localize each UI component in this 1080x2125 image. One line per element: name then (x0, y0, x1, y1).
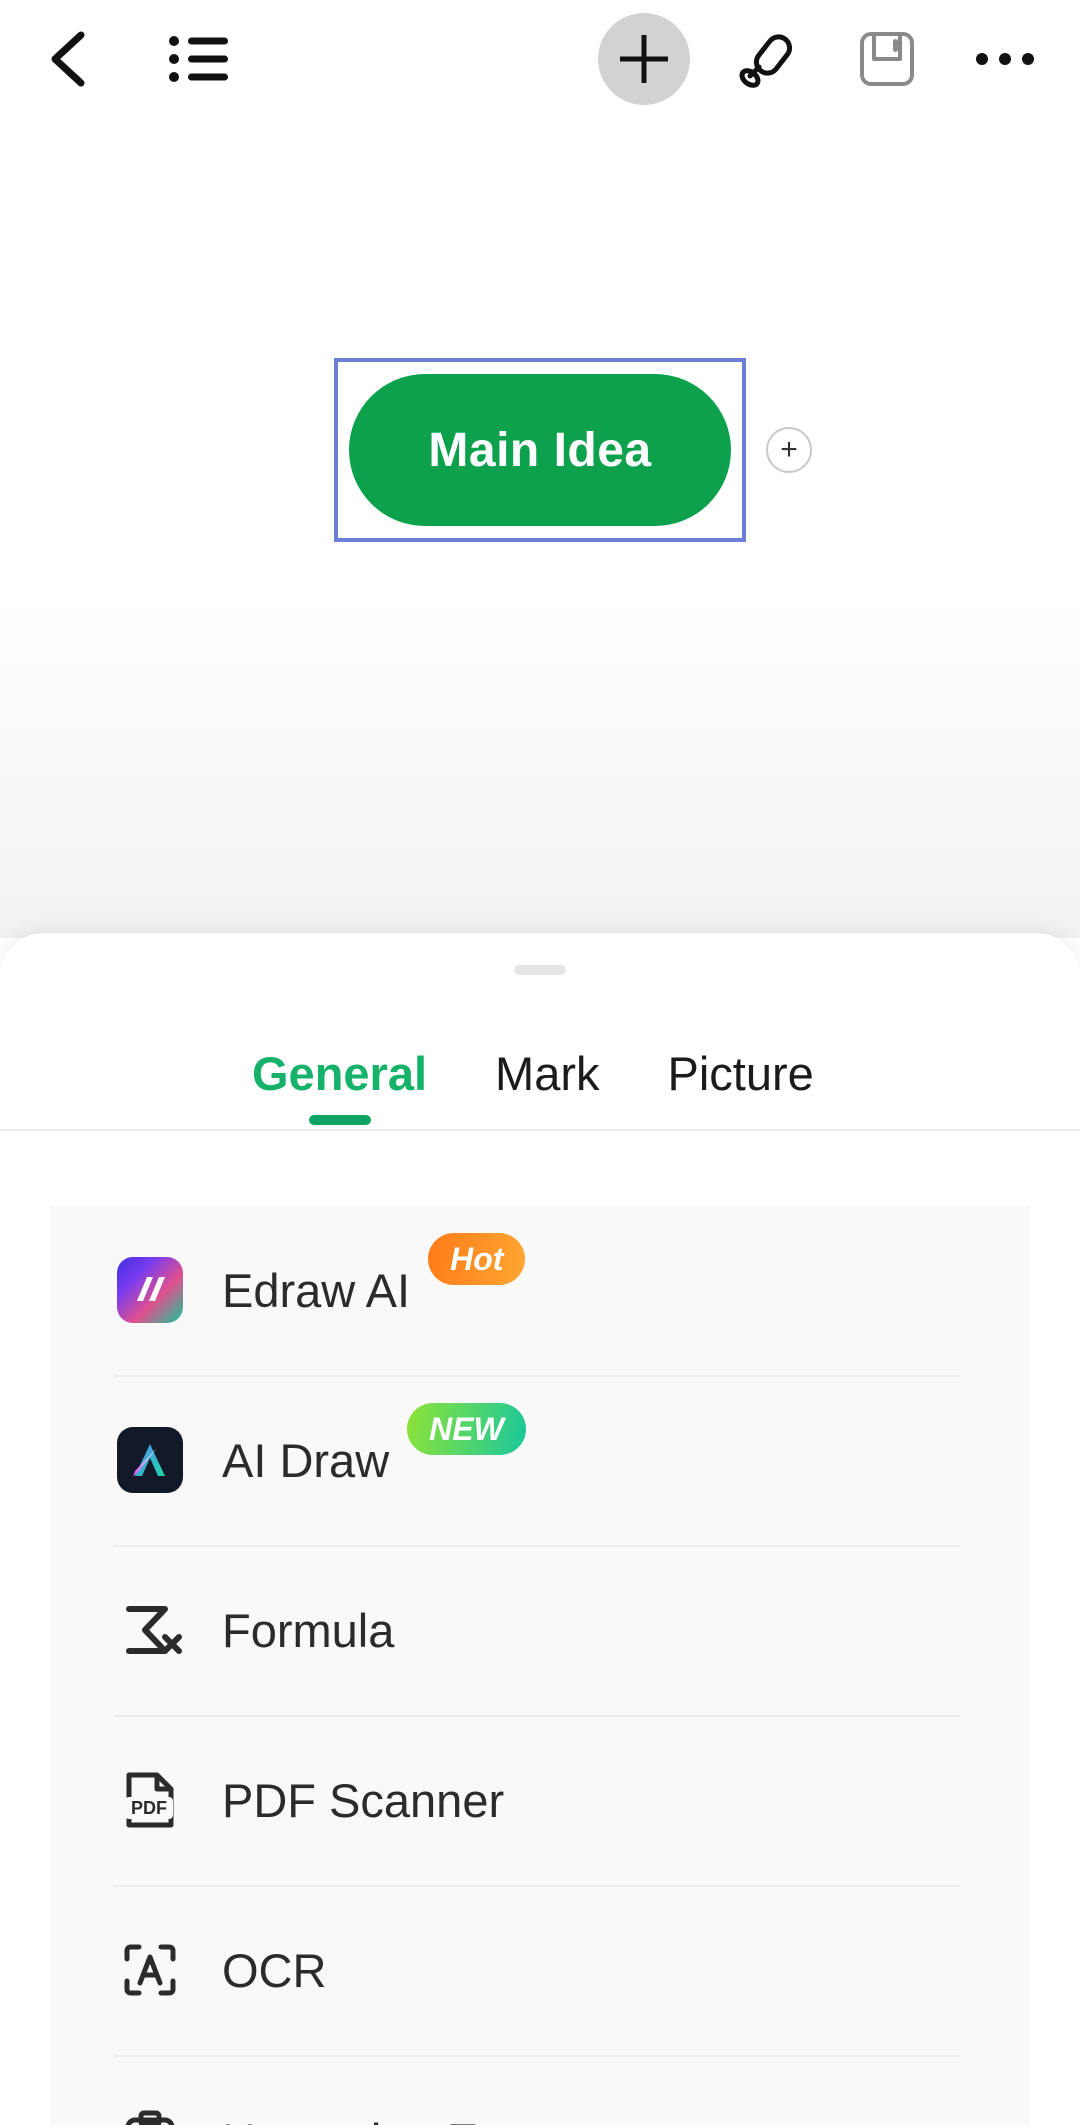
back-chevron-icon (47, 29, 91, 89)
status-badge: Hot (428, 1233, 526, 1285)
more-horizontal-icon (974, 50, 1036, 68)
add-topic-button[interactable] (598, 13, 690, 105)
tab-mark-label: Mark (495, 1047, 600, 1100)
tab-picture[interactable]: Picture (668, 1046, 814, 1125)
node-selection-frame[interactable]: Main Idea (334, 358, 746, 542)
tab-mark[interactable]: Mark (495, 1046, 599, 1125)
outline-view-button[interactable] (160, 20, 238, 98)
app-screen: Main Idea + General Mark Picture Edraw A… (0, 0, 1080, 2125)
tab-general[interactable]: General (252, 1046, 427, 1125)
status-badge: NEW (407, 1403, 526, 1455)
tab-underline-inactive (710, 1115, 772, 1125)
save-floppy-icon (857, 29, 917, 89)
edraw-ai-app-icon (114, 1254, 186, 1326)
list-item[interactable]: Upcoming Events (50, 2055, 1030, 2125)
list-item[interactable]: Edraw AI Hot (50, 1205, 1030, 1375)
main-idea-node[interactable]: Main Idea (349, 374, 731, 526)
clipboard-check-icon (114, 2104, 186, 2125)
sheet-drag-handle[interactable] (514, 965, 566, 975)
tab-active-underline (308, 1115, 371, 1125)
tabs-divider (0, 1129, 1080, 1131)
pdf-file-icon: PDF (114, 1764, 186, 1836)
list-item[interactable]: Formula (50, 1545, 1030, 1715)
ocr-scan-icon (114, 1934, 186, 2006)
list-item[interactable]: OCR (50, 1885, 1030, 2055)
svg-text:PDF: PDF (131, 1798, 167, 1818)
plus-icon (617, 32, 671, 86)
top-toolbar (0, 0, 1080, 118)
tab-general-label: General (252, 1047, 428, 1100)
toolbar-right-group (598, 13, 1044, 105)
more-options-button[interactable] (966, 20, 1044, 98)
mindmap-canvas[interactable]: Main Idea + (0, 118, 1080, 938)
list-item-label: Upcoming Events (222, 2113, 590, 2125)
add-child-node-button[interactable]: + (766, 427, 812, 473)
plus-small-icon: + (780, 433, 798, 466)
sheet-tabs: General Mark Picture (0, 1017, 1080, 1125)
save-button[interactable] (848, 20, 926, 98)
tab-picture-label: Picture (667, 1047, 814, 1100)
list-item[interactable]: AI Draw NEW (50, 1375, 1030, 1545)
main-idea-node-label: Main Idea (428, 423, 652, 477)
list-item-label: Formula (222, 1603, 395, 1657)
list-item-label: PDF Scanner (222, 1773, 505, 1827)
paint-roller-icon (737, 27, 801, 91)
list-item-label: Edraw AI (222, 1263, 411, 1317)
general-tools-list: Edraw AI Hot AI Draw NEW Formula PDF PDF… (50, 1205, 1030, 2125)
mindmap-node-group: Main Idea + (334, 358, 812, 542)
tab-underline-inactive (516, 1115, 578, 1125)
list-item-label: AI Draw (222, 1433, 390, 1487)
style-format-button[interactable] (730, 20, 808, 98)
bottom-sheet: General Mark Picture Edraw AI Hot AI Dra… (0, 933, 1080, 2125)
ai-draw-app-icon (114, 1424, 186, 1496)
toolbar-left-group (30, 20, 238, 98)
back-button[interactable] (30, 20, 108, 98)
list-item-label: OCR (222, 1943, 327, 1997)
bulleted-list-icon (168, 33, 230, 85)
list-item[interactable]: PDF PDF Scanner (50, 1715, 1030, 1885)
sigma-formula-icon (114, 1594, 186, 1666)
sheet-scrim (0, 598, 1080, 938)
